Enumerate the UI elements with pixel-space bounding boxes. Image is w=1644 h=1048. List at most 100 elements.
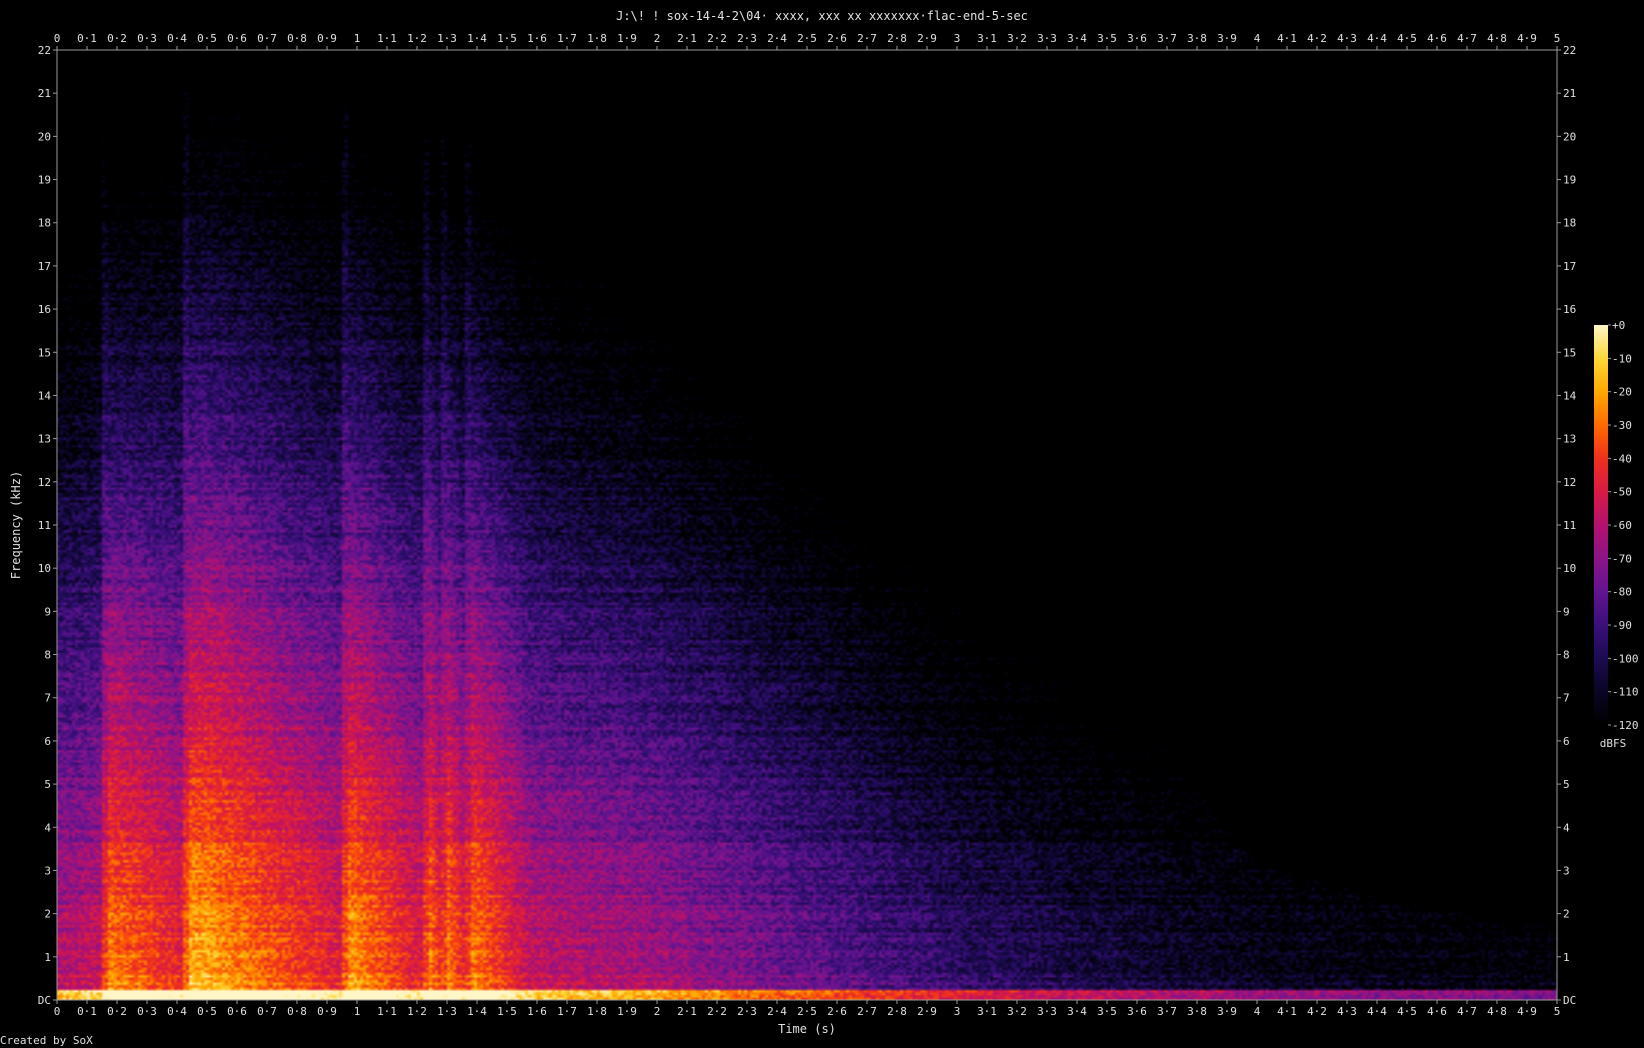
x-tick-label-top: 1·8 [587,32,607,45]
x-tick-label-top: 4·2 [1307,32,1327,45]
colorbar-tick-label: -30 [1612,419,1632,432]
x-tick-label-top: 4·1 [1277,32,1297,45]
x-tick-label-top: 1·3 [437,32,457,45]
x-tick-label-top: 4·8 [1487,32,1507,45]
x-tick-label-top: 3 [954,32,961,45]
colorbar-tick-label: -70 [1612,552,1632,565]
x-tick-label-bottom: 2·5 [797,1005,817,1018]
y-tick-label-right: 16 [1563,303,1576,316]
y-tick-label-left: 12 [38,476,51,489]
colorbar-tick-label: -20 [1612,386,1632,399]
colorbar-gradient [1594,325,1608,725]
x-tick-label-bottom: 1·4 [467,1005,487,1018]
x-tick-label-top: 1·6 [527,32,547,45]
y-tick-label-right: 8 [1563,649,1570,662]
y-tick-label-left: 20 [38,130,51,143]
x-tick-label-bottom: 3·5 [1097,1005,1117,1018]
x-tick-label-bottom: 3·9 [1217,1005,1237,1018]
x-axis-top: 0 0·1 0·2 0·3 0·4 0·5 0·6 0·7 0·8 0·9 1 1·1 1·2 1·3 1·… [54,32,1560,50]
y-axis-label: Frequency (kHz) [9,471,23,579]
x-tick-label-bottom: 2·1 [677,1005,697,1018]
y-axis-right: DC12345678910111213141516171819202122 [1557,44,1577,1007]
x-tick-label-top: 4·5 [1397,32,1417,45]
x-tick-label-bottom: 4 [1254,1005,1261,1018]
x-tick-label-top: 2·5 [797,32,817,45]
colorbar-tick-label: -50 [1612,486,1632,499]
x-tick-label-top: 3·7 [1157,32,1177,45]
colorbar-tick-label: -90 [1612,619,1632,632]
x-tick-label-top: 4·6 [1427,32,1447,45]
x-tick-label-top: 4·9 [1517,32,1537,45]
y-tick-label-right: 4 [1563,821,1570,834]
x-tick-label-top: 0·5 [197,32,217,45]
x-tick-label-bottom: 3·3 [1037,1005,1057,1018]
colorbar-tick-label: -10 [1612,352,1632,365]
y-tick-label-right: 1 [1563,951,1570,964]
x-tick-label-bottom: 0 [54,1005,61,1018]
y-tick-label-right: 7 [1563,692,1570,705]
x-tick-label-bottom: 0·7 [257,1005,277,1018]
x-tick-label-bottom: 2·7 [857,1005,877,1018]
y-tick-label-left: 18 [38,217,51,230]
x-tick-label-bottom: 3·7 [1157,1005,1177,1018]
y-tick-label-left: 13 [38,433,51,446]
x-tick-label-top: 3·8 [1187,32,1207,45]
y-tick-label-right: 12 [1563,476,1576,489]
y-tick-label-right: 9 [1563,605,1570,618]
y-tick-label-left: 17 [38,260,51,273]
x-tick-label-bottom: 4·9 [1517,1005,1537,1018]
x-tick-label-top: 2·9 [917,32,937,45]
x-tick-label-bottom: 0·2 [107,1005,127,1018]
x-tick-label-top: 2·7 [857,32,877,45]
x-tick-label-bottom: 1·5 [497,1005,517,1018]
y-tick-label-right: 14 [1563,389,1577,402]
y-tick-label-right: 13 [1563,433,1576,446]
x-tick-label-top: 2 [654,32,661,45]
x-tick-label-top: 1·7 [557,32,577,45]
x-tick-label-bottom: 3 [954,1005,961,1018]
x-tick-label-bottom: 2·2 [707,1005,727,1018]
x-tick-label-bottom: 1·8 [587,1005,607,1018]
x-tick-label-bottom: 0·9 [317,1005,337,1018]
x-tick-label-top: 4·4 [1367,32,1387,45]
x-tick-label-bottom: 2·6 [827,1005,847,1018]
x-tick-label-top: 4·7 [1457,32,1477,45]
x-tick-label-top: 3·2 [1007,32,1027,45]
x-tick-label-top: 1·1 [377,32,397,45]
x-tick-label-top: 1·4 [467,32,487,45]
y-tick-label-right: 20 [1563,130,1576,143]
x-tick-label-bottom: 1·6 [527,1005,547,1018]
y-tick-label-left: 3 [44,864,51,877]
x-tick-label-bottom: 3·1 [977,1005,997,1018]
x-tick-label-top: 4 [1254,32,1261,45]
x-tick-label-bottom: 1·3 [437,1005,457,1018]
y-tick-label-right: 17 [1563,260,1576,273]
x-tick-label-top: 1 [354,32,361,45]
chart-title: J:\! ! sox-14-4-2\04· xxxx, xxx xx xxxxx… [616,9,1028,23]
x-tick-label-top: 2·2 [707,32,727,45]
footer-credit: Created by SoX [0,1034,93,1047]
y-tick-label-left: 7 [44,692,51,705]
spectrogram-heatmap [57,50,1557,1000]
colorbar-ticks: +0 -10 -20 -30 -40 -50 -60 -70 -80 -90 -100 -110 -12… [1608,319,1639,732]
colorbar: +0 -10 -20 -30 -40 -50 -60 -70 -80 -90 -100 -110 -12… [1594,319,1639,750]
y-tick-label-right: 10 [1563,562,1576,575]
y-tick-label-right: 6 [1563,735,1570,748]
y-tick-label-left: 19 [38,174,51,187]
x-tick-label-bottom: 0·4 [167,1005,187,1018]
y-tick-label-left: 11 [38,519,51,532]
x-tick-label-bottom: 1·7 [557,1005,577,1018]
y-axis-left: DC12345678910111213141516171819202122 [38,44,57,1007]
x-tick-label-bottom: 2·8 [887,1005,907,1018]
x-tick-label-bottom: 4·8 [1487,1005,1507,1018]
y-tick-label-right: 5 [1563,778,1570,791]
x-tick-label-bottom: 1·2 [407,1005,427,1018]
y-tick-label-left: 14 [38,389,52,402]
x-tick-label-top: 0·6 [227,32,247,45]
x-tick-label-top: 3·6 [1127,32,1147,45]
x-axis-bottom: 0 0·1 0·2 0·3 0·4 0·5 0·6 0·7 0·8 0·9 1 1·1 1·2 1·3 1·… [54,1000,1560,1018]
y-tick-label-right: 21 [1563,87,1576,100]
x-tick-label-top: 1·9 [617,32,637,45]
x-tick-label-top: 0·3 [137,32,157,45]
x-tick-label-bottom: 0·6 [227,1005,247,1018]
